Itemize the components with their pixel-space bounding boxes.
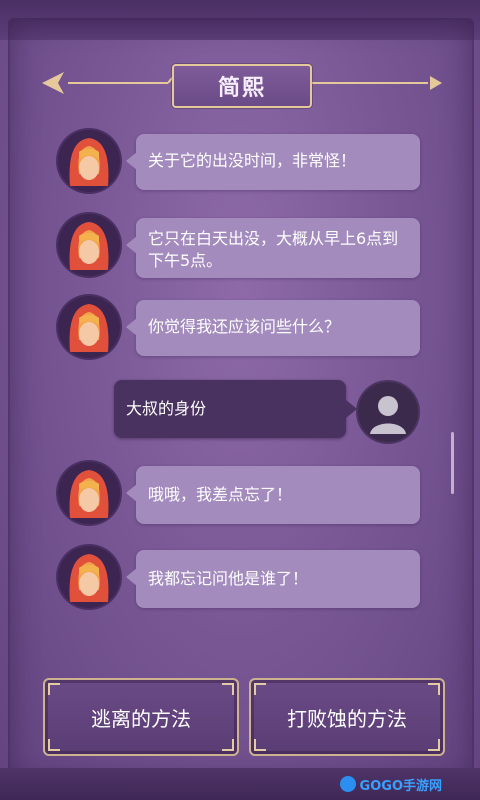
chat-message: 我都忘记问他是谁了！ xyxy=(58,546,422,610)
chat-message: 它只在白天出没，大概从早上6点到下午5点。 xyxy=(58,214,422,278)
npc-avatar xyxy=(58,546,120,608)
choice-label: 打败蚀的方法 xyxy=(287,706,407,731)
chat-message: 哦哦，我差点忘了！ xyxy=(58,462,422,526)
chat-message: 关于它的出没时间，非常怪！ xyxy=(58,130,422,194)
player-avatar xyxy=(358,382,418,442)
choice-escape-button[interactable]: 逃离的方法 xyxy=(43,678,239,756)
arrow-tip-icon xyxy=(430,76,442,90)
npc-bubble: 你觉得我还应该问些什么？ xyxy=(126,300,420,356)
corner-ornament xyxy=(48,683,60,695)
watermark-logo-icon xyxy=(339,776,356,792)
watermark: GOGO手游网 xyxy=(339,774,442,794)
corner-ornament xyxy=(48,739,60,751)
choice-label: 逃离的方法 xyxy=(91,706,191,731)
corner-ornament xyxy=(222,683,234,695)
npc-bubble: 关于它的出没时间，非常怪！ xyxy=(126,134,420,190)
corner-ornament xyxy=(254,683,266,695)
corner-ornament xyxy=(222,739,234,751)
page-title: 简熙 xyxy=(172,64,312,108)
corner-ornament xyxy=(254,739,266,751)
npc-avatar xyxy=(58,462,120,524)
chat-scrollbar[interactable] xyxy=(451,432,454,494)
player-bubble: 大叔的身份 xyxy=(114,380,357,438)
watermark-text: GOGO手游网 xyxy=(359,778,442,794)
npc-avatar xyxy=(58,214,120,276)
npc-avatar xyxy=(58,130,120,192)
corner-ornament xyxy=(428,739,440,751)
choice-defeat-button[interactable]: 打败蚀的方法 xyxy=(249,678,445,756)
npc-bubble: 我都忘记问他是谁了！ xyxy=(126,550,420,608)
npc-bubble: 哦哦，我差点忘了！ xyxy=(126,466,420,524)
npc-avatar xyxy=(58,296,120,358)
user-silhouette-icon xyxy=(370,396,406,434)
chat-message: 你觉得我还应该问些什么？ xyxy=(58,296,422,360)
arrow-head-icon xyxy=(42,72,64,94)
npc-bubble: 它只在白天出没，大概从早上6点到下午5点。 xyxy=(126,218,420,278)
corner-ornament xyxy=(428,683,440,695)
